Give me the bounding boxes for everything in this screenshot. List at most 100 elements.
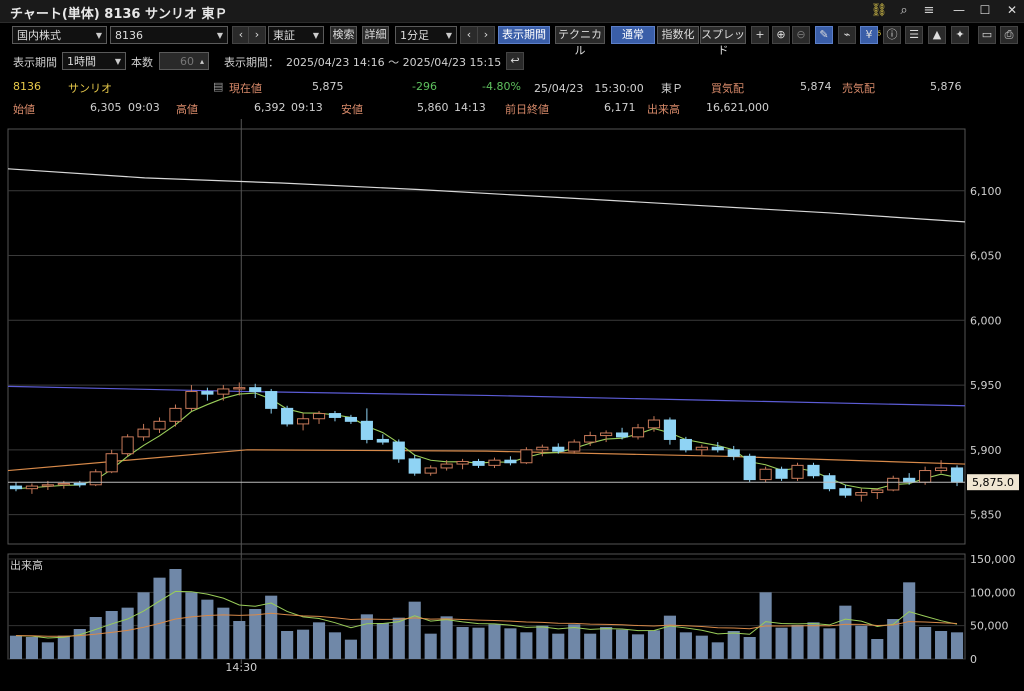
- indicator-icon[interactable]: ⌁: [838, 26, 856, 44]
- volume-bar: [919, 627, 932, 659]
- yen-icon[interactable]: ¥: [860, 26, 878, 44]
- chevron-down-icon: ▼: [114, 57, 121, 66]
- candle-body: [456, 460, 469, 465]
- volume-bar: [807, 622, 820, 659]
- volume-bar: [504, 628, 517, 659]
- reset-icon[interactable]: ↩: [506, 52, 524, 70]
- main-toolbar: 国内株式 ▼ 8136 ▼ ‹ › 東証 ▼ 検索 詳細 1分足 ▼ ‹ › 表示期間 …: [0, 26, 1024, 57]
- normal-mode-button[interactable]: 通常: [611, 26, 655, 44]
- volume-bar: [41, 642, 54, 659]
- candle-body: [568, 441, 581, 452]
- range-value: 2025/04/23 14:16 ～ 2025/04/23 15:15: [286, 56, 502, 69]
- volume-bar: [153, 577, 166, 659]
- technical-button[interactable]: テクニカル: [555, 26, 605, 57]
- window-titlebar: チャート(単体) 8136 サンリオ 東Ｐ ⛓6 ⌕ ≡ — ☐ ✕: [0, 0, 1024, 38]
- interval-select[interactable]: 1分足 ▼: [395, 26, 457, 44]
- next-period-button[interactable]: ›: [477, 26, 495, 44]
- candle-body: [775, 468, 788, 479]
- volume-bar: [695, 635, 708, 659]
- candlestick-chart[interactable]: 6,100 6,050 6,000 5,950 5,900 5,850 5,875.0 出来高…: [0, 119, 1024, 688]
- range-period-value: 1時間: [67, 55, 96, 68]
- volume-bar: [903, 582, 916, 659]
- candle-body: [600, 432, 613, 437]
- code-input[interactable]: 8136 ▼: [110, 26, 228, 44]
- menu-icon[interactable]: ≡: [920, 2, 938, 20]
- volume-bar: [169, 569, 182, 659]
- print-icon[interactable]: ⎙: [1000, 26, 1018, 44]
- memo-icon[interactable]: ▤: [213, 80, 223, 93]
- count-input[interactable]: 60 ▴: [159, 52, 209, 70]
- search-button[interactable]: 検索: [330, 26, 357, 44]
- candle-body: [759, 468, 772, 481]
- candle-body: [807, 464, 820, 477]
- save-icon[interactable]: ▭: [978, 26, 996, 44]
- chart-area[interactable]: 6,100 6,050 6,000 5,950 5,900 5,850 5,875.0 出来高…: [0, 119, 1024, 688]
- next-symbol-button[interactable]: ›: [248, 26, 266, 44]
- detail-button[interactable]: 詳細: [362, 26, 389, 44]
- price-tick-label: 6,100: [970, 185, 1002, 198]
- volume-bar: [185, 592, 198, 659]
- wrench-icon[interactable]: ✦: [951, 26, 969, 44]
- volume-bar: [600, 627, 613, 659]
- volume-bar: [25, 637, 38, 659]
- volume-bar: [775, 627, 788, 659]
- search-icon[interactable]: ⌕: [895, 2, 913, 20]
- candle-body: [727, 449, 740, 457]
- link-icon[interactable]: ⛓6: [870, 2, 888, 38]
- period-button[interactable]: 表示期間: [498, 26, 550, 44]
- ma-mid-line: [7, 449, 966, 472]
- candle-body: [25, 485, 39, 490]
- volume-bar: [711, 642, 724, 659]
- news-icon[interactable]: ☰: [905, 26, 923, 44]
- candle-body: [552, 446, 565, 452]
- window-title: チャート(単体) 8136 サンリオ 東Ｐ: [10, 7, 228, 22]
- prev-close-value: 6,171: [604, 101, 636, 114]
- current-label: 現在値: [229, 82, 262, 95]
- volume-bar: [57, 635, 70, 659]
- volume-bar: [424, 633, 437, 659]
- candle-body: [663, 419, 677, 440]
- high-label: 高値: [176, 103, 198, 116]
- volume-bar: [392, 617, 405, 659]
- chevron-down-icon: ▼: [445, 31, 452, 40]
- candle-body: [89, 471, 102, 486]
- candle-body: [201, 391, 214, 395]
- price-tick-label: 5,950: [970, 379, 1002, 392]
- candle-body: [488, 459, 501, 466]
- prev-period-button[interactable]: ‹: [460, 26, 478, 44]
- volume-tick-label: 0: [970, 653, 977, 666]
- area-chart-icon[interactable]: ▲: [928, 26, 946, 44]
- quote-market: 東Ｐ: [661, 82, 683, 95]
- last-price-label: 5,875.0: [972, 476, 1014, 489]
- price-tick-label: 6,000: [970, 314, 1002, 327]
- pencil-icon[interactable]: ✎: [815, 26, 833, 44]
- bid-value: 5,874: [800, 80, 832, 93]
- spread-mode-button[interactable]: スプレッド: [700, 26, 746, 57]
- index-mode-button[interactable]: 指数化: [657, 26, 699, 44]
- volume-bar: [631, 634, 645, 659]
- market-select[interactable]: 国内株式 ▼: [12, 26, 107, 44]
- info-icon[interactable]: ⓘ: [883, 26, 901, 44]
- range-period-select[interactable]: 1時間 ▼: [62, 52, 126, 70]
- quote-name: サンリオ: [68, 82, 112, 95]
- candle-body: [41, 484, 54, 487]
- change-pct: -4.80%: [482, 80, 521, 93]
- zoom-in-icon[interactable]: ⊕: [772, 26, 790, 44]
- volume-bar: [839, 605, 852, 659]
- close-button[interactable]: ✕: [997, 0, 1024, 21]
- crosshair-icon[interactable]: +: [751, 26, 769, 44]
- volume-bar: [950, 632, 964, 659]
- candle-body: [105, 453, 118, 473]
- interval-select-value: 1分足: [400, 29, 429, 42]
- upper-line: [7, 168, 966, 223]
- maximize-button[interactable]: ☐: [970, 0, 1000, 21]
- candle-body: [265, 391, 278, 409]
- zoom-out-icon[interactable]: ⊖: [792, 26, 810, 44]
- volume-bar: [727, 631, 740, 659]
- volume-bar: [440, 616, 453, 659]
- candle-body: [408, 458, 421, 474]
- chevron-down-icon: ▼: [216, 31, 223, 40]
- candle-body: [791, 464, 804, 479]
- exchange-select[interactable]: 東証 ▼: [268, 26, 324, 44]
- volume-bar: [233, 621, 246, 659]
